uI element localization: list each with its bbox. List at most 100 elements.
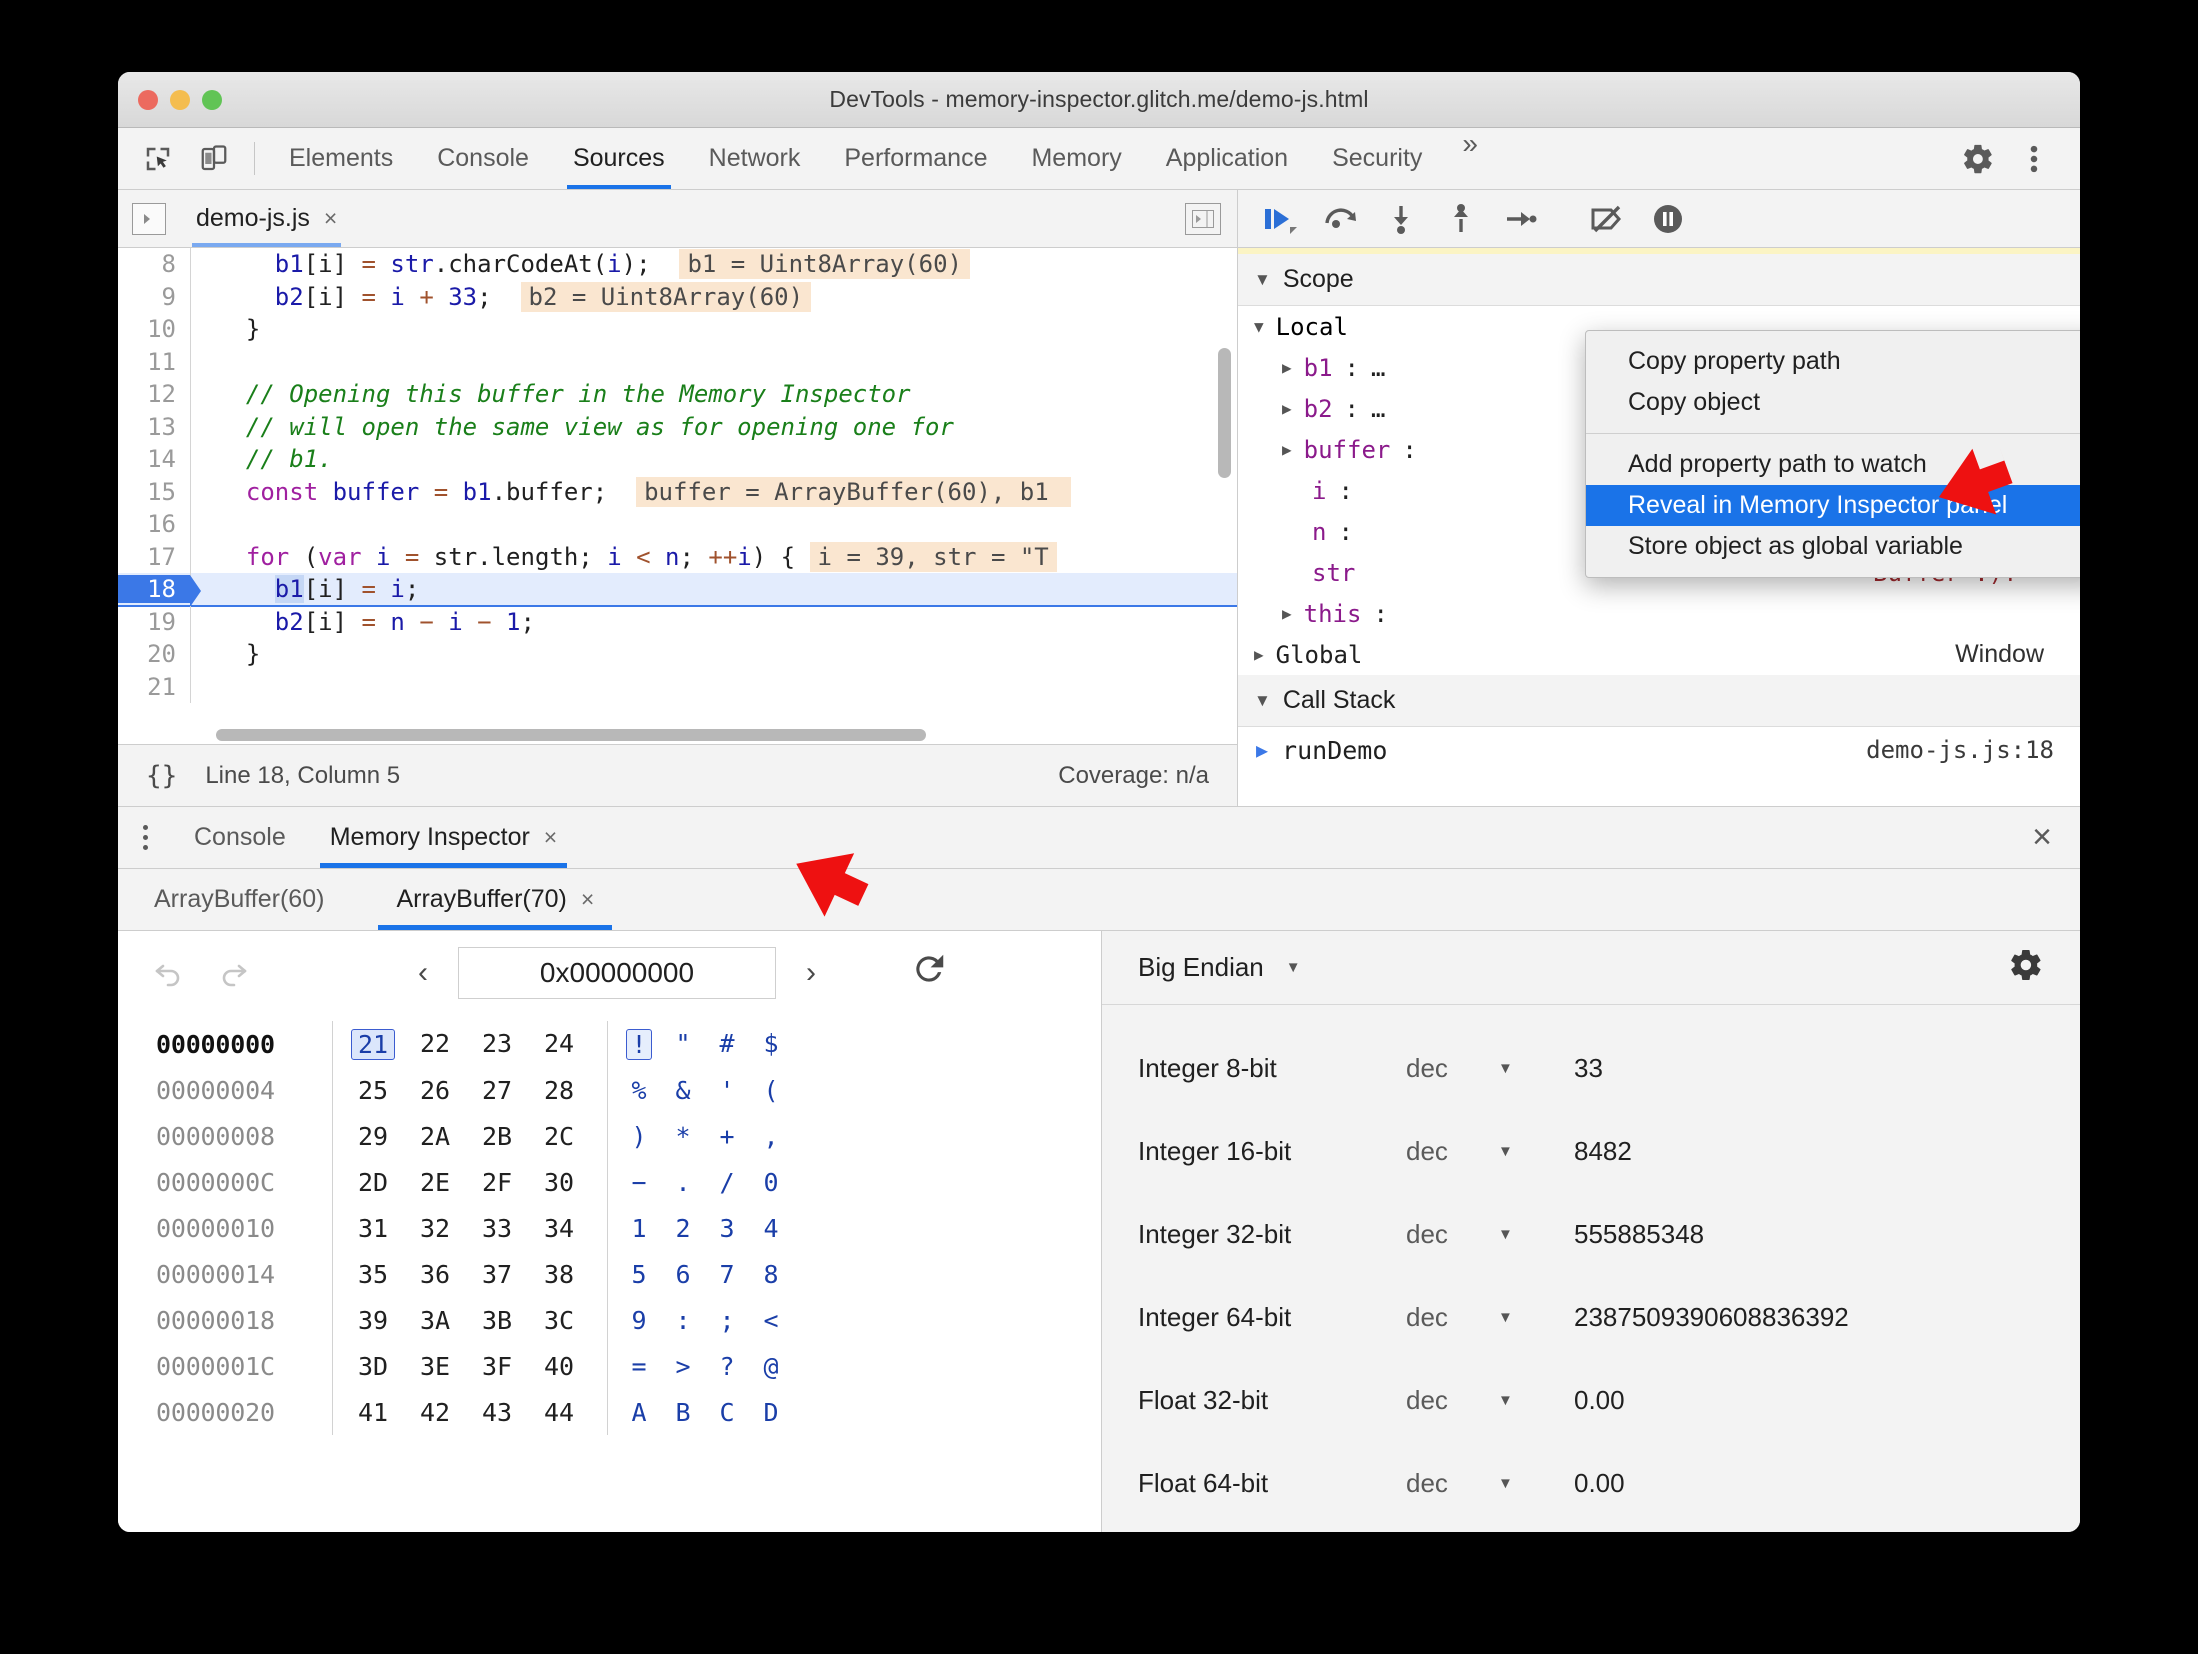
code-line[interactable]: 10 } — [118, 313, 1237, 346]
address-input[interactable]: 0x00000000 — [458, 947, 776, 999]
chevron-right-icon[interactable]: ▶ — [1282, 399, 1292, 418]
hex-ascii[interactable]: 9 — [626, 1306, 652, 1335]
tab-security[interactable]: Security — [1310, 128, 1444, 189]
chevron-down-icon[interactable]: ▼ — [1498, 1309, 1574, 1326]
chevron-down-icon[interactable]: ▼ — [1498, 1226, 1574, 1243]
hex-ascii[interactable]: $ — [758, 1029, 784, 1060]
code-line-current[interactable]: 18 b1[i] = i; — [118, 573, 1237, 608]
code-editor[interactable]: 8 b1[i] = str.charCodeAt(i); b1 = Uint8A… — [118, 248, 1237, 744]
hex-byte[interactable]: 39 — [351, 1306, 395, 1335]
step-out-button[interactable] — [1436, 196, 1486, 242]
hex-byte[interactable]: 36 — [413, 1260, 457, 1289]
hex-ascii[interactable]: % — [626, 1076, 652, 1105]
hex-byte[interactable]: 26 — [413, 1076, 457, 1105]
inline-value-chip[interactable]: b1 = Uint8Array(60) — [679, 249, 970, 280]
hex-row[interactable]: 00000008 29 2A 2B 2C ) * + , — [156, 1113, 1101, 1159]
code-line[interactable]: 21 — [118, 670, 1237, 703]
show-navigator-icon[interactable] — [132, 202, 166, 235]
hex-ascii[interactable]: D — [758, 1398, 784, 1427]
close-drawer-icon[interactable]: × — [2032, 818, 2080, 857]
hex-ascii[interactable]: . — [670, 1168, 696, 1197]
hex-byte[interactable]: 2E — [413, 1168, 457, 1197]
hex-byte[interactable]: 34 — [537, 1214, 581, 1243]
hex-ascii[interactable]: − — [626, 1168, 652, 1197]
hex-ascii[interactable]: ? — [714, 1352, 740, 1381]
pause-on-exceptions-button[interactable] — [1643, 196, 1693, 242]
value-row-integer-64-bit[interactable]: Integer 64-bit dec ▼ 2387509390608836392 — [1102, 1276, 2080, 1359]
hex-ascii[interactable]: @ — [758, 1352, 784, 1381]
hex-byte[interactable]: 35 — [351, 1260, 395, 1289]
hex-byte[interactable]: 3E — [413, 1352, 457, 1381]
value-row-integer-32-bit[interactable]: Integer 32-bit dec ▼ 555885348 — [1102, 1193, 2080, 1276]
hex-byte[interactable]: 3F — [475, 1352, 519, 1381]
hex-byte[interactable]: 3C — [537, 1306, 581, 1335]
chevron-right-icon[interactable]: ▶ — [1282, 440, 1292, 459]
hex-ascii[interactable]: : — [670, 1306, 696, 1335]
hex-byte[interactable]: 3A — [413, 1306, 457, 1335]
chevron-down-icon[interactable]: ▼ — [1498, 1143, 1574, 1160]
hex-ascii[interactable]: / — [714, 1168, 740, 1197]
hex-byte[interactable]: 33 — [475, 1214, 519, 1243]
inline-value-chip[interactable]: i = 39, str = "T — [809, 541, 1057, 572]
hex-byte[interactable]: 22 — [413, 1029, 457, 1060]
close-icon[interactable]: × — [581, 886, 594, 913]
tab-memory[interactable]: Memory — [1009, 128, 1143, 189]
hex-ascii[interactable]: 6 — [670, 1260, 696, 1289]
hex-byte[interactable]: 24 — [537, 1029, 581, 1060]
hex-ascii-selected[interactable]: ! — [626, 1028, 652, 1060]
hex-ascii[interactable]: C — [714, 1398, 740, 1427]
vertical-scrollbar[interactable] — [1218, 348, 1231, 478]
refresh-icon[interactable] — [910, 950, 948, 996]
redo-icon[interactable] — [208, 949, 256, 997]
code-line[interactable]: 17 for (var i = str.length; i < n; ++i) … — [118, 540, 1237, 573]
hex-ascii[interactable]: 1 — [626, 1214, 652, 1243]
hex-dump[interactable]: 00000000 21 22 23 24 ! " # $ 00000004 25… — [118, 1015, 1101, 1435]
hex-ascii[interactable]: ) — [626, 1122, 652, 1151]
step-over-button[interactable] — [1316, 196, 1366, 242]
hex-ascii[interactable]: 7 — [714, 1260, 740, 1289]
hex-byte[interactable]: 42 — [413, 1398, 457, 1427]
hex-byte[interactable]: 3D — [351, 1352, 395, 1381]
hex-ascii[interactable]: + — [714, 1122, 740, 1151]
value-mode-label[interactable]: dec — [1406, 1136, 1498, 1167]
hex-ascii[interactable]: ' — [714, 1076, 740, 1105]
hex-byte[interactable]: 3B — [475, 1306, 519, 1335]
hex-row[interactable]: 00000018 39 3A 3B 3C 9 : ; < — [156, 1297, 1101, 1343]
hex-byte[interactable]: 2A — [413, 1122, 457, 1151]
chevron-down-icon[interactable]: ▼ — [1498, 1475, 1574, 1492]
chevron-down-icon[interactable]: ▼ — [1498, 1392, 1574, 1409]
vertical-dots-icon[interactable] — [2006, 142, 2062, 176]
horizontal-scrollbar[interactable] — [216, 729, 926, 741]
step-into-button[interactable] — [1376, 196, 1426, 242]
hex-byte[interactable]: 31 — [351, 1214, 395, 1243]
hex-row[interactable]: 0000001C 3D 3E 3F 40 = > ? @ — [156, 1343, 1101, 1389]
hex-ascii[interactable]: 4 — [758, 1214, 784, 1243]
hex-row[interactable]: 00000014 35 36 37 38 5 6 7 8 — [156, 1251, 1101, 1297]
hex-ascii[interactable]: 0 — [758, 1168, 784, 1197]
hex-byte[interactable]: 40 — [537, 1352, 581, 1381]
drawer-tab-memory-inspector[interactable]: Memory Inspector × — [308, 807, 580, 868]
hex-ascii[interactable]: < — [758, 1306, 784, 1335]
drawer-more-options-icon[interactable] — [118, 825, 172, 850]
hex-row[interactable]: 00000010 31 32 33 34 1 2 3 4 — [156, 1205, 1101, 1251]
inline-value-chip[interactable]: b2 = Uint8Array(60) — [520, 281, 812, 312]
close-icon[interactable]: × — [324, 205, 337, 232]
call-stack-section-header[interactable]: ▼ Call Stack — [1238, 675, 2080, 727]
code-line[interactable]: 16 — [118, 508, 1237, 541]
more-tabs-icon[interactable]: » — [1444, 128, 1496, 189]
hex-byte[interactable]: 23 — [475, 1029, 519, 1060]
hex-row[interactable]: 00000000 21 22 23 24 ! " # $ — [156, 1021, 1101, 1067]
code-line[interactable]: 12 // Opening this buffer in the Memory … — [118, 378, 1237, 411]
file-tab-demo-js[interactable]: demo-js.js × — [192, 190, 342, 247]
code-line[interactable]: 20 } — [118, 638, 1237, 671]
value-mode-label[interactable]: dec — [1406, 1385, 1498, 1416]
gear-icon[interactable] — [1950, 142, 2006, 176]
hex-byte[interactable]: 29 — [351, 1122, 395, 1151]
hex-ascii[interactable]: 5 — [626, 1260, 652, 1289]
hex-byte[interactable]: 32 — [413, 1214, 457, 1243]
hex-ascii[interactable]: B — [670, 1398, 696, 1427]
hex-ascii[interactable]: * — [670, 1122, 696, 1151]
endianness-select[interactable]: Big Endian ▼ — [1138, 952, 1301, 983]
hex-byte[interactable]: 25 — [351, 1076, 395, 1105]
scope-row-global[interactable]: ▶ Global Window — [1238, 634, 2080, 675]
